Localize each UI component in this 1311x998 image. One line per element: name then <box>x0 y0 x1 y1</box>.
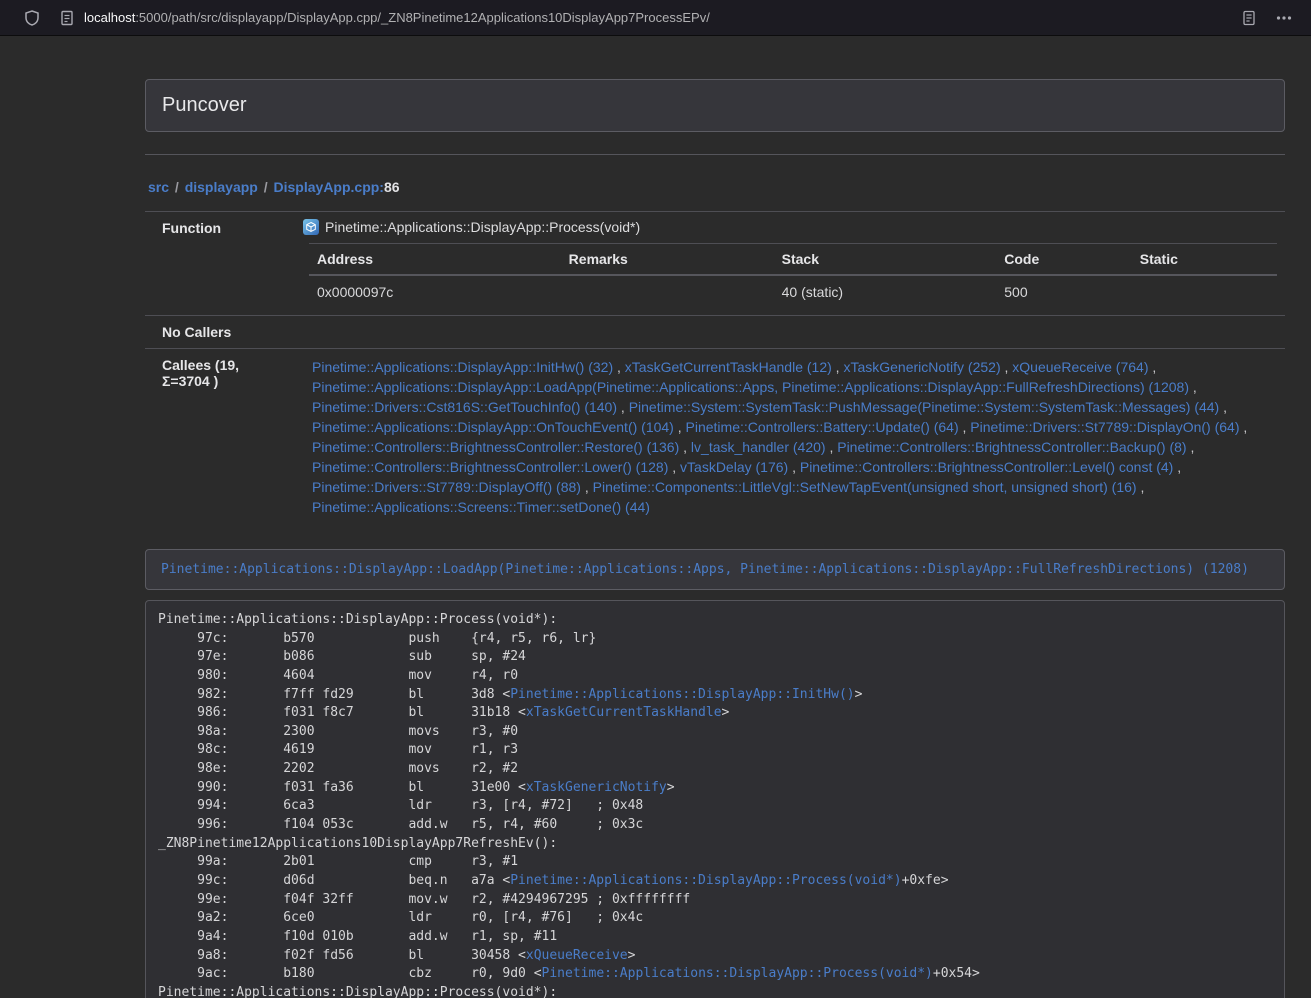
function-icon <box>303 219 319 235</box>
breadcrumb-line-number: 86 <box>384 179 400 195</box>
function-row-label: Function <box>145 212 290 316</box>
function-row: Function Pinetime::Applicatio <box>145 212 1285 316</box>
callee-separator: , <box>674 419 686 435</box>
reader-mode-icon[interactable] <box>1241 10 1257 26</box>
code-symbol-link[interactable]: Pinetime::Applications::DisplayApp::Proc… <box>542 966 933 981</box>
code-symbol-link[interactable]: xTaskGenericNotify <box>526 780 667 795</box>
symbol-link-panel: Pinetime::Applications::DisplayApp::Load… <box>145 549 1285 590</box>
loadapp-symbol-link[interactable]: Pinetime::Applications::DisplayApp::Load… <box>161 562 1249 577</box>
url-path-text: :5000/path/src/displayapp/DisplayApp.cpp… <box>135 10 710 25</box>
puncover-header-panel: Puncover <box>145 79 1285 132</box>
column-header-code: Code <box>996 244 1132 276</box>
callee-separator: , <box>1187 439 1195 455</box>
callee-separator: , <box>826 439 838 455</box>
disassembly-code-block: Pinetime::Applications::DisplayApp::Proc… <box>145 600 1285 998</box>
url-bar[interactable]: localhost:5000/path/src/displayapp/Displ… <box>84 10 1241 25</box>
more-options-icon[interactable] <box>1275 10 1293 26</box>
callee-link[interactable]: Pinetime::Applications::DisplayApp::Init… <box>312 359 613 375</box>
callee-separator: , <box>1219 399 1227 415</box>
function-table: Function Pinetime::Applicatio <box>145 211 1285 529</box>
callee-separator: , <box>959 419 971 435</box>
page-content: Puncover src / displayapp / DisplayApp.c… <box>145 36 1285 998</box>
breadcrumb-link[interactable]: src <box>148 179 169 195</box>
callee-link[interactable]: Pinetime::Applications::Screens::Timer::… <box>312 499 650 515</box>
callee-link[interactable]: Pinetime::Controllers::BrightnessControl… <box>837 439 1186 455</box>
callee-link[interactable]: Pinetime::Controllers::BrightnessControl… <box>312 459 668 475</box>
callee-link[interactable]: Pinetime::Drivers::St7789::DisplayOn() (… <box>970 419 1239 435</box>
callee-separator: , <box>1137 479 1145 495</box>
value-stack: 40 (static) <box>774 275 997 308</box>
code-symbol-link[interactable]: Pinetime::Applications::DisplayApp::Proc… <box>510 873 901 888</box>
callee-separator: , <box>1148 359 1156 375</box>
callees-row: Callees (19, Σ=3704 ) Pinetime::Applicat… <box>145 349 1285 530</box>
value-code: 500 <box>996 275 1132 308</box>
value-static <box>1132 275 1277 308</box>
breadcrumb-separator: / <box>258 179 274 195</box>
callee-link[interactable]: xTaskGetCurrentTaskHandle (12) <box>625 359 832 375</box>
callee-separator: , <box>832 359 844 375</box>
callee-separator: , <box>788 459 800 475</box>
no-callers-row: No Callers <box>145 316 1285 349</box>
breadcrumb: src / displayapp / DisplayApp.cpp:86 <box>145 171 1285 203</box>
callee-link[interactable]: Pinetime::System::SystemTask::PushMessag… <box>629 399 1220 415</box>
callee-link[interactable]: Pinetime::Drivers::St7789::DisplayOff() … <box>312 479 581 495</box>
callee-link[interactable]: Pinetime::Components::LittleVgl::SetNewT… <box>593 479 1137 495</box>
code-symbol-link[interactable]: xTaskGetCurrentTaskHandle <box>526 705 722 720</box>
callee-separator: , <box>1189 379 1197 395</box>
callee-separator: , <box>679 439 691 455</box>
tracking-protection-shield-icon[interactable] <box>24 10 40 26</box>
browser-toolbar: localhost:5000/path/src/displayapp/Displ… <box>0 0 1311 36</box>
callee-link[interactable]: xTaskGenericNotify (252) <box>843 359 1000 375</box>
code-symbol-link[interactable]: xQueueReceive <box>526 948 628 963</box>
column-header-remarks: Remarks <box>561 244 774 276</box>
breadcrumb-separator: / <box>169 179 185 195</box>
details-value-row: 0x0000097c 40 (static)500 <box>309 275 1277 308</box>
divider <box>145 154 1285 155</box>
callee-link[interactable]: Pinetime::Applications::DisplayApp::Load… <box>312 379 1189 395</box>
function-symbol-name: Pinetime::Applications::DisplayApp::Proc… <box>325 219 640 235</box>
page-title: Puncover <box>162 94 247 116</box>
details-header-row: AddressRemarksStackCodeStatic <box>309 244 1277 276</box>
callee-link[interactable]: xQueueReceive (764) <box>1012 359 1148 375</box>
callees-label: Callees (19, Σ=3704 ) <box>145 349 290 530</box>
column-header-stack: Stack <box>774 244 997 276</box>
breadcrumb-link[interactable]: displayapp <box>185 179 258 195</box>
callee-link[interactable]: Pinetime::Applications::DisplayApp::OnTo… <box>312 419 674 435</box>
callee-separator: , <box>613 359 625 375</box>
url-host-text: localhost <box>84 10 135 25</box>
callee-separator: , <box>1240 419 1248 435</box>
callee-separator: , <box>1173 459 1181 475</box>
function-symbol-line: Pinetime::Applications::DisplayApp::Proc… <box>303 219 1277 235</box>
callee-link[interactable]: lv_task_handler (420) <box>691 439 826 455</box>
callee-link[interactable]: Pinetime::Controllers::BrightnessControl… <box>800 459 1173 475</box>
callee-separator: , <box>617 399 629 415</box>
column-header-address: Address <box>309 244 561 276</box>
page-identity-icon[interactable] <box>60 10 74 26</box>
code-symbol-link[interactable]: Pinetime::Applications::DisplayApp::Init… <box>510 687 854 702</box>
column-header-static: Static <box>1132 244 1277 276</box>
value-remarks <box>561 275 774 308</box>
callees-list: Pinetime::Applications::DisplayApp::Init… <box>312 357 1277 517</box>
value-address: 0x0000097c <box>309 275 561 308</box>
function-details-table: AddressRemarksStackCodeStatic 0x0000097c… <box>309 243 1277 308</box>
breadcrumb-link[interactable]: DisplayApp.cpp: <box>274 179 384 195</box>
callee-separator: , <box>1001 359 1013 375</box>
callee-link[interactable]: Pinetime::Controllers::BrightnessControl… <box>312 439 679 455</box>
callee-link[interactable]: Pinetime::Controllers::Battery::Update()… <box>686 419 959 435</box>
callee-link[interactable]: vTaskDelay (176) <box>680 459 788 475</box>
callee-separator: , <box>668 459 680 475</box>
callee-link[interactable]: Pinetime::Drivers::Cst816S::GetTouchInfo… <box>312 399 617 415</box>
no-callers-label: No Callers <box>145 316 290 349</box>
callee-separator: , <box>581 479 593 495</box>
